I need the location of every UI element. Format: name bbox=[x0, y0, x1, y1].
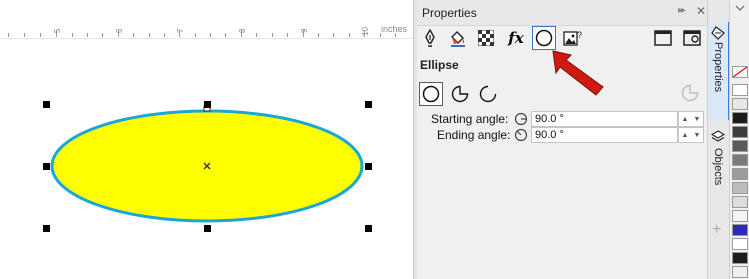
color-swatch[interactable] bbox=[732, 252, 748, 264]
arc-type-button[interactable] bbox=[476, 82, 500, 106]
spinner-down-icon[interactable]: ▼ bbox=[694, 116, 701, 123]
starting-angle-label: Starting angle: bbox=[431, 112, 509, 126]
color-swatch[interactable] bbox=[732, 238, 748, 250]
fill-bucket-icon bbox=[451, 31, 465, 47]
svg-text:?: ? bbox=[577, 30, 582, 40]
color-swatch[interactable] bbox=[732, 154, 748, 166]
summary-image-icon: ? bbox=[563, 30, 582, 46]
pie-type-button[interactable] bbox=[448, 82, 472, 106]
drawing-canvas[interactable]: 5 6 7 8 9 10 inches bbox=[0, 0, 413, 279]
selection-handle-top-right[interactable] bbox=[365, 101, 372, 108]
starting-angle-input[interactable]: 90.0 ° bbox=[531, 111, 678, 127]
collapse-docker-icon[interactable]: ▸▸ bbox=[678, 5, 686, 16]
toggle-icon bbox=[683, 30, 701, 46]
ending-angle-spinner[interactable]: ▲ ▼ bbox=[678, 127, 704, 143]
properties-docker: Properties ▸▸ ✕ fx ? Ellipse Starting an… bbox=[417, 0, 707, 279]
outline-tab[interactable] bbox=[418, 26, 442, 50]
ending-angle-label: Ending angle: bbox=[437, 128, 511, 142]
effects-tab[interactable]: fx bbox=[504, 26, 528, 50]
transparency-tab[interactable] bbox=[474, 26, 498, 50]
objects-layers-icon bbox=[711, 130, 725, 142]
pie-icon bbox=[451, 85, 469, 103]
color-swatch[interactable] bbox=[732, 182, 748, 194]
color-swatch[interactable] bbox=[732, 210, 748, 222]
tab-objects-label: Objects bbox=[712, 148, 724, 186]
color-swatch[interactable] bbox=[732, 126, 748, 138]
color-swatch[interactable] bbox=[732, 140, 748, 152]
color-swatch[interactable] bbox=[732, 84, 748, 96]
fx-effects-icon: fx bbox=[508, 29, 524, 47]
starting-angle-spinner[interactable]: ▲ ▼ bbox=[678, 111, 704, 127]
frame-icon bbox=[654, 30, 672, 46]
color-swatch[interactable] bbox=[732, 112, 748, 124]
ellipse-icon bbox=[422, 85, 440, 103]
toggle-button[interactable] bbox=[680, 26, 704, 50]
section-title: Ellipse bbox=[420, 58, 459, 72]
transparency-icon bbox=[478, 30, 494, 46]
arc-icon bbox=[479, 85, 497, 103]
ellipse-type-button[interactable] bbox=[419, 82, 443, 106]
selection-handle-bottom-right[interactable] bbox=[365, 225, 372, 232]
properties-tab-icon bbox=[711, 26, 725, 40]
ending-angle-icon bbox=[514, 128, 528, 142]
color-swatch[interactable] bbox=[732, 98, 748, 110]
add-docker-icon[interactable]: + bbox=[712, 221, 721, 239]
palette-options-icon[interactable] bbox=[730, 0, 749, 16]
color-palette bbox=[729, 0, 749, 279]
direction-toggle-button[interactable] bbox=[680, 83, 700, 103]
tab-objects[interactable]: Objects bbox=[708, 126, 730, 196]
color-swatch[interactable] bbox=[732, 224, 748, 236]
color-swatch[interactable] bbox=[732, 168, 748, 180]
selection-handle-right[interactable] bbox=[365, 163, 372, 170]
selection-handle-left[interactable] bbox=[43, 163, 50, 170]
selection-handle-top[interactable] bbox=[204, 101, 211, 108]
no-color-swatch[interactable] bbox=[732, 66, 748, 78]
spinner-down-icon[interactable]: ▼ bbox=[694, 132, 701, 139]
tab-properties[interactable]: Properties bbox=[708, 22, 730, 120]
callout-arrow-icon bbox=[552, 50, 604, 96]
selection-handle-top-left[interactable] bbox=[43, 101, 50, 108]
selected-ellipse-group[interactable] bbox=[0, 0, 413, 279]
pie-direction-icon bbox=[681, 84, 699, 102]
ellipse-icon bbox=[535, 29, 553, 47]
docker-title-bar: Properties ▸▸ ✕ bbox=[417, 0, 707, 26]
color-swatch[interactable] bbox=[732, 266, 748, 278]
spinner-up-icon[interactable]: ▲ bbox=[682, 132, 689, 139]
color-swatch[interactable] bbox=[732, 196, 748, 208]
ending-angle-input[interactable]: 90.0 ° bbox=[531, 127, 678, 143]
docker-title: Properties bbox=[422, 6, 477, 20]
spinner-up-icon[interactable]: ▲ bbox=[682, 116, 689, 123]
fill-tab[interactable] bbox=[446, 26, 470, 50]
selection-handle-bottom[interactable] bbox=[204, 225, 211, 232]
tab-properties-label: Properties bbox=[712, 42, 724, 93]
outline-pen-icon bbox=[425, 29, 435, 47]
selection-handle-bottom-left[interactable] bbox=[43, 225, 50, 232]
starting-angle-icon bbox=[514, 112, 528, 126]
close-icon[interactable]: ✕ bbox=[696, 4, 706, 18]
frame-button[interactable] bbox=[651, 26, 675, 50]
docker-side-tabs: Properties Objects + bbox=[707, 0, 730, 279]
